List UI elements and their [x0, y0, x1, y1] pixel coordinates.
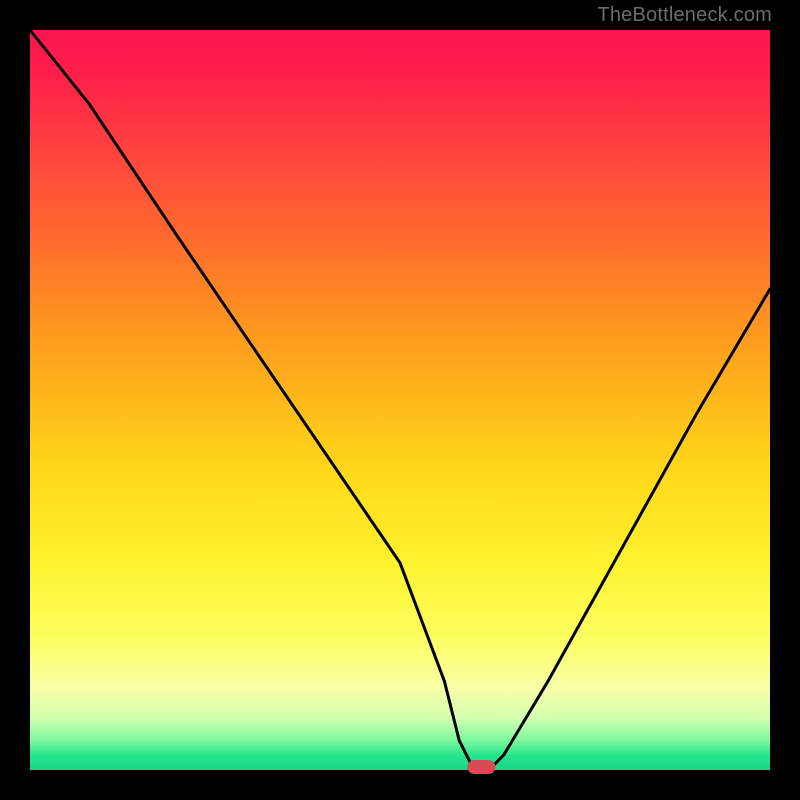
watermark-text: TheBottleneck.com [597, 4, 772, 27]
optimal-point-marker [467, 760, 495, 774]
bottleneck-curve [30, 30, 770, 770]
chart-svg [30, 30, 770, 770]
chart-frame: TheBottleneck.com [0, 0, 800, 800]
plot-area [30, 30, 770, 770]
